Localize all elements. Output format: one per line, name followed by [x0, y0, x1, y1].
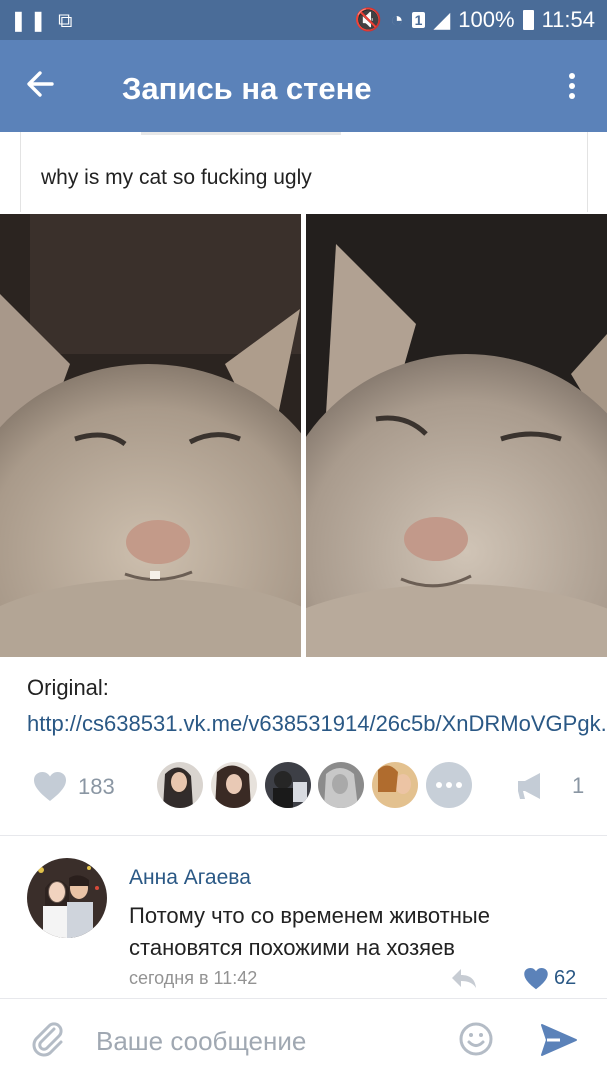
- like-button[interactable]: 183: [34, 772, 115, 802]
- megaphone-icon: [518, 773, 540, 799]
- wifi-icon: ◔: [390, 7, 404, 32]
- liker-avatar[interactable]: [372, 762, 418, 808]
- comment-text: Потому что со временем животные становят…: [129, 903, 490, 960]
- emoji-icon[interactable]: [458, 1021, 494, 1057]
- mute-icon: 🔇: [354, 7, 383, 32]
- liker-avatar[interactable]: [318, 762, 364, 808]
- page-title: Запись на стене: [122, 71, 372, 106]
- notification-icons: ❚❚ ⧉: [10, 10, 76, 32]
- embedded-post-text: why is my cat so fucking ugly: [41, 166, 312, 189]
- sim-badge: 1: [411, 12, 426, 28]
- more-likers-button[interactable]: [426, 762, 472, 808]
- original-link[interactable]: http://cs638531.vk.me/v638531914/26c5b/X…: [27, 711, 607, 736]
- battery-percent: 100%: [458, 7, 515, 32]
- share-button[interactable]: 1: [516, 772, 584, 800]
- post-actions: 183 1: [0, 760, 607, 816]
- reply-icon[interactable]: [450, 966, 478, 990]
- message-composer: [0, 998, 607, 1081]
- post-caption: Original: http://cs638531.vk.me/v6385319…: [27, 670, 607, 742]
- comment-date: сегодня в 11:42: [129, 968, 258, 988]
- message-input[interactable]: [96, 1023, 426, 1059]
- heart-icon: [34, 772, 66, 801]
- comment-author[interactable]: Анна Агаева: [129, 866, 251, 890]
- comment-like-button[interactable]: 62: [524, 967, 576, 990]
- liker-avatar[interactable]: [265, 762, 311, 808]
- app-bar: Запись на стене: [0, 40, 607, 132]
- avatar[interactable]: [27, 858, 107, 938]
- signal-icon: ◢: [433, 7, 451, 32]
- overflow-menu-icon[interactable]: [557, 70, 587, 104]
- comment-item: Анна Агаева Потому что со временем живот…: [0, 850, 607, 998]
- liker-avatar[interactable]: [211, 762, 257, 808]
- caption-label: Original:: [27, 675, 109, 700]
- post-photos: [0, 214, 607, 657]
- send-icon[interactable]: [540, 1023, 578, 1057]
- battery-icon: [522, 10, 534, 30]
- status-bar: ❚❚ ⧉ 🔇 ◔ 1 ◢ 100% 11:54: [0, 0, 607, 40]
- shares-count: 1: [572, 773, 585, 798]
- back-arrow-icon[interactable]: [22, 64, 62, 104]
- cat-photo-left[interactable]: [0, 214, 301, 657]
- comment-likes-count: 62: [554, 967, 577, 989]
- likes-count: 183: [78, 774, 115, 799]
- embedded-post-card: why is my cat so fucking ugly: [20, 132, 588, 212]
- status-right: 🔇 ◔ 1 ◢ 100% 11:54: [355, 7, 595, 33]
- cat-photo-right[interactable]: [306, 214, 607, 657]
- divider: [0, 835, 607, 836]
- clock: 11:54: [541, 7, 595, 32]
- liker-avatar[interactable]: [157, 762, 203, 808]
- heart-icon: [524, 967, 548, 989]
- paperclip-icon[interactable]: [30, 1021, 66, 1057]
